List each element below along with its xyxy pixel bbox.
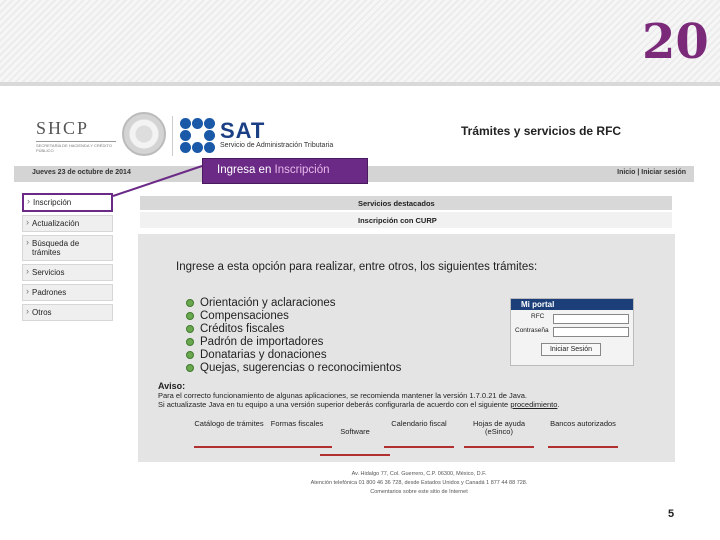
- sidebar-item-inscripcion[interactable]: Inscripción: [22, 193, 113, 212]
- bullet-icon: [186, 364, 194, 372]
- servicios-destacados-header: Servicios destacados: [140, 196, 672, 210]
- link-hojas-ayuda[interactable]: Hojas de ayuda (eSinco): [464, 420, 534, 448]
- comments-link[interactable]: Comentarios sobre este sitio de Internet: [254, 488, 584, 497]
- coat-of-arms-icon: [122, 112, 166, 156]
- main-panel: Ingrese a esta opción para realizar, ent…: [138, 234, 675, 462]
- list-item[interactable]: Compensaciones: [186, 310, 401, 323]
- site-footer: Av. Hidalgo 77, Col. Guerrero, C.P. 0630…: [254, 470, 584, 497]
- sat-logo-icon[interactable]: [180, 118, 216, 154]
- password-label: Contraseña: [515, 327, 549, 334]
- sidebar-item-busqueda-tramites[interactable]: Búsqueda de trámites: [22, 235, 113, 261]
- shcp-logo[interactable]: SHCP SECRETARÍA DE HACIENDA Y CRÉDITO PÚ…: [36, 118, 116, 153]
- callout-highlight: Inscripción: [274, 164, 330, 176]
- callout-prefix: Ingresa en: [217, 164, 275, 176]
- link-formas-fiscales[interactable]: Formas fiscales: [262, 420, 332, 448]
- current-date: Jueves 23 de octubre de 2014: [32, 169, 131, 176]
- list-item[interactable]: Créditos fiscales: [186, 323, 401, 336]
- login-button[interactable]: Iniciar Sesión: [541, 343, 601, 356]
- inscripcion-callout: Ingresa en Inscripción: [202, 158, 368, 184]
- link-software[interactable]: Software: [320, 428, 390, 456]
- sidebar-item-actualizacion[interactable]: Actualización: [22, 215, 113, 232]
- portal-title: Mi portal: [521, 300, 555, 309]
- link-bancos-autorizados[interactable]: Bancos autorizados: [548, 420, 618, 448]
- password-input[interactable]: [553, 327, 629, 337]
- list-item[interactable]: Orientación y aclaraciones: [186, 297, 401, 310]
- intro-text: Ingrese a esta opción para realizar, ent…: [176, 261, 538, 273]
- bottom-links: Catálogo de trámites Formas fiscales Sof…: [138, 420, 675, 456]
- list-item[interactable]: Quejas, sugerencias o reconocimientos: [186, 362, 401, 375]
- bullet-icon: [186, 325, 194, 333]
- rfc-label: RFC: [531, 313, 545, 320]
- bullet-icon: [186, 312, 194, 320]
- slide-page-number: 5: [668, 508, 675, 520]
- list-item[interactable]: Padrón de importadores: [186, 336, 401, 349]
- tramites-list: Orientación y aclaraciones Compensacione…: [186, 297, 401, 375]
- sidebar-item-padrones[interactable]: Padrones: [22, 284, 113, 301]
- link-catalogo-tramites[interactable]: Catálogo de trámites: [194, 420, 264, 448]
- link-calendario-fiscal[interactable]: Calendario fiscal: [384, 420, 454, 448]
- sidebar-nav: Inscripción Actualización Búsqueda de tr…: [22, 193, 114, 324]
- login-portal: Mi portal RFC Contraseña Iniciar Sesión: [510, 298, 634, 366]
- header-links[interactable]: Inicio | Iniciar sesión: [617, 169, 686, 176]
- anniversary-logo: 20: [642, 14, 709, 70]
- list-item[interactable]: Donatarias y donaciones: [186, 349, 401, 362]
- rfc-input[interactable]: [553, 314, 629, 324]
- sidebar-item-otros[interactable]: Otros: [22, 304, 113, 321]
- header-divider: [172, 116, 173, 156]
- procedimiento-link[interactable]: procedimiento: [510, 400, 557, 409]
- slide-header-band: [0, 0, 720, 86]
- java-notice: Aviso: Para el correcto funcionamiento d…: [158, 381, 560, 410]
- sidebar-item-servicios[interactable]: Servicios: [22, 264, 113, 281]
- bullet-icon: [186, 299, 194, 307]
- bullet-icon: [186, 351, 194, 359]
- site-header: SHCP SECRETARÍA DE HACIENDA Y CRÉDITO PÚ…: [14, 108, 694, 164]
- page-title: Trámites y servicios de RFC: [461, 124, 622, 138]
- sat-logo-text[interactable]: SAT Servicio de Administración Tributari…: [220, 120, 333, 150]
- inscripcion-curp-link[interactable]: Inscripción con CURP: [140, 212, 672, 228]
- bullet-icon: [186, 338, 194, 346]
